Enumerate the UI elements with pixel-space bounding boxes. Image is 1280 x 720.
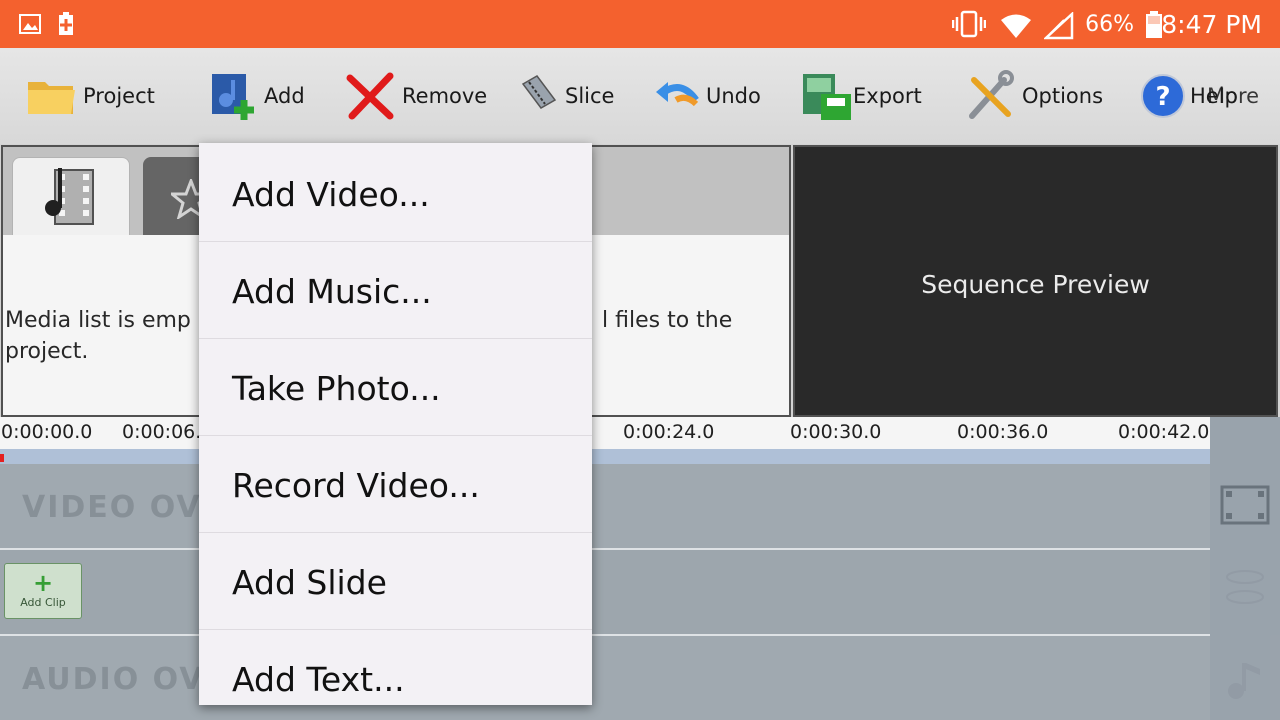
- menu-item-take-photo[interactable]: Take Photo...: [199, 340, 592, 436]
- battery-percent: 66%: [1085, 12, 1134, 37]
- toolbar: Project Add Remove Slice Undo Export Opt…: [0, 48, 1280, 144]
- menu-item-add-text[interactable]: Add Text...: [199, 631, 592, 705]
- project-button[interactable]: Project: [25, 70, 155, 122]
- options-button[interactable]: Options: [964, 70, 1103, 122]
- status-bar: 66% 8:47 PM: [0, 0, 1280, 48]
- help-icon: ?: [1141, 74, 1185, 118]
- menu-scrim[interactable]: [0, 144, 1280, 720]
- tools-icon: [969, 70, 1014, 119]
- gallery-icon: [19, 14, 41, 34]
- undo-button[interactable]: Undo: [652, 70, 761, 122]
- folder-icon: [28, 82, 75, 114]
- menu-item-add-music[interactable]: Add Music...: [199, 243, 592, 339]
- help-button[interactable]: ? Help More: [1140, 70, 1259, 122]
- menu-item-add-slide[interactable]: Add Slide: [199, 534, 592, 630]
- add-button[interactable]: Add: [206, 70, 305, 122]
- undo-arrow-icon: [656, 82, 699, 107]
- add-popup-menu: Add Video... Add Music... Take Photo... …: [199, 143, 592, 705]
- menu-item-record-video[interactable]: Record Video...: [199, 437, 592, 533]
- remove-button[interactable]: Remove: [344, 70, 487, 122]
- slice-icon: [521, 75, 557, 109]
- svg-text:?: ?: [1155, 82, 1170, 112]
- red-x-icon: [346, 72, 394, 120]
- app-root: 66% 8:47 PM Project Add Remove Slice Und…: [0, 0, 1280, 720]
- clock: 8:47 PM: [1161, 10, 1262, 39]
- battery-saver-icon: [59, 12, 73, 35]
- more-label[interactable]: More: [1207, 84, 1259, 108]
- add-media-icon: [212, 74, 254, 120]
- vibrate-icon: [952, 10, 986, 38]
- menu-item-add-video[interactable]: Add Video...: [199, 146, 592, 242]
- export-button[interactable]: Export: [801, 70, 922, 122]
- signal-icon: [1044, 12, 1074, 40]
- wifi-icon: [1001, 14, 1031, 38]
- export-film-icon: [803, 74, 851, 120]
- slice-button[interactable]: Slice: [519, 70, 614, 122]
